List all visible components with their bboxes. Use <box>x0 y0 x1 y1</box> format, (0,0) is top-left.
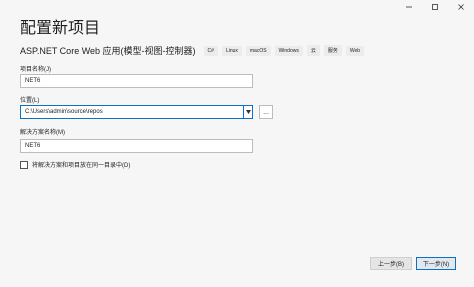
back-button[interactable]: 上一步(B) <box>370 257 412 270</box>
minimize-icon <box>406 6 412 8</box>
next-button[interactable]: 下一步(N) <box>416 257 456 270</box>
tag-windows: Windows <box>274 45 303 56</box>
page-title: 配置新项目 <box>20 20 101 37</box>
tag-service: 服务 <box>323 45 342 56</box>
window-controls <box>396 0 474 14</box>
maximize-icon <box>432 4 438 10</box>
same-directory-label: 将解决方案和项目放在同一目录中(D) <box>32 163 131 169</box>
solution-name-input[interactable]: NET6 <box>20 139 253 153</box>
chevron-down-icon <box>245 110 251 114</box>
location-label: 位置(L) <box>20 98 40 104</box>
location-combobox[interactable]: C:\Users\admin\source\repos <box>20 105 253 119</box>
project-name-value: NET6 <box>25 78 41 84</box>
solution-name-label: 解决方案名称(M) <box>20 130 65 136</box>
tag-linux: Linux <box>221 45 242 56</box>
location-dropdown-button[interactable] <box>243 106 252 118</box>
solution-name-value: NET6 <box>25 143 41 149</box>
maximize-button[interactable] <box>422 0 448 14</box>
close-button[interactable] <box>448 0 474 14</box>
same-directory-checkbox[interactable] <box>20 160 28 169</box>
browse-button[interactable]: ... <box>259 105 273 119</box>
tag-cloud: 云 <box>306 45 320 56</box>
project-name-label: 项目名称(J) <box>20 67 51 73</box>
close-icon <box>458 4 464 10</box>
template-name: ASP.NET Core Web 应用(模型-视图-控制器) <box>20 46 196 56</box>
location-value: C:\Users\admin\source\repos <box>25 109 103 115</box>
minimize-button[interactable] <box>396 0 422 14</box>
project-name-input[interactable]: NET6 <box>20 74 253 88</box>
tag-macos: macOS <box>245 45 271 56</box>
tag-web: Web <box>345 45 365 56</box>
tag-csharp: C# <box>203 45 218 56</box>
template-info: ASP.NET Core Web 应用(模型-视图-控制器) C# Linux … <box>20 44 368 57</box>
same-directory-option[interactable]: 将解决方案和项目放在同一目录中(D) <box>20 160 130 169</box>
